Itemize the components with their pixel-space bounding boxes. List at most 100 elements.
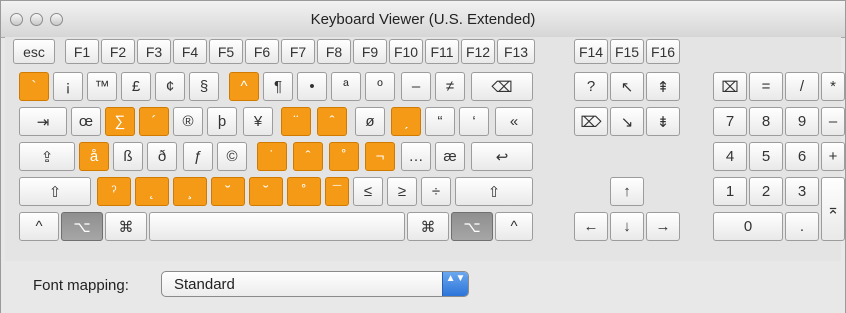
key-5[interactable]: § — [189, 72, 219, 101]
key-comma[interactable]: ≤ — [353, 177, 383, 206]
key-num-equals[interactable]: = — [749, 72, 783, 101]
key-r[interactable]: ® — [173, 107, 203, 136]
key-m[interactable]: ¯ — [325, 177, 349, 206]
key-slash[interactable]: ÷ — [421, 177, 451, 206]
key-f11[interactable]: F11 — [425, 39, 459, 64]
key-num-multiply[interactable]: * — [821, 72, 845, 101]
key-home[interactable]: ↖ — [610, 72, 644, 101]
key-num-divide[interactable]: / — [785, 72, 819, 101]
key-num-enter[interactable]: ⌅ — [821, 177, 845, 241]
key-arrow-down[interactable]: ↓ — [610, 212, 644, 241]
key-num-plus[interactable]: + — [821, 142, 845, 171]
key-backslash[interactable]: « — [495, 107, 533, 136]
key-f9[interactable]: F9 — [353, 39, 387, 64]
key-num-clear[interactable]: ⌧ — [713, 72, 747, 101]
key-9[interactable]: ª — [331, 72, 361, 101]
key-f15[interactable]: F15 — [610, 39, 644, 64]
key-o[interactable]: ø — [355, 107, 385, 136]
key-esc[interactable]: esc — [13, 39, 55, 64]
key-semicolon[interactable]: … — [401, 142, 431, 171]
key-g[interactable]: © — [217, 142, 247, 171]
key-t[interactable]: þ — [207, 107, 237, 136]
key-num-4[interactable]: 4 — [713, 142, 747, 171]
key-v[interactable]: ˘ — [211, 177, 245, 206]
key-q[interactable]: œ — [71, 107, 101, 136]
key-end[interactable]: ↘ — [610, 107, 644, 136]
key-page-down[interactable]: ⇟ — [646, 107, 680, 136]
key-equals[interactable]: ≠ — [435, 72, 465, 101]
key-num-2[interactable]: 2 — [749, 177, 783, 206]
key-arrow-right[interactable]: → — [646, 212, 680, 241]
key-num-1[interactable]: 1 — [713, 177, 747, 206]
key-minus[interactable]: – — [401, 72, 431, 101]
select-arrows-icon[interactable]: ▲▼ — [442, 272, 468, 296]
key-left-control[interactable]: ^ — [19, 212, 59, 241]
key-right-command[interactable]: ⌘ — [407, 212, 449, 241]
key-num-3[interactable]: 3 — [785, 177, 819, 206]
key-f10[interactable]: F10 — [389, 39, 423, 64]
key-s[interactable]: ß — [113, 142, 143, 171]
key-h[interactable]: ˙ — [257, 142, 287, 171]
key-w[interactable]: ∑ — [105, 107, 135, 136]
key-space[interactable] — [149, 212, 405, 241]
key-y[interactable]: ¥ — [243, 107, 273, 136]
key-n[interactable]: ˚ — [287, 177, 321, 206]
key-return[interactable]: ↩ — [471, 142, 533, 171]
key-k[interactable]: ˚ — [329, 142, 359, 171]
key-f13[interactable]: F13 — [497, 39, 535, 64]
key-num-9[interactable]: 9 — [785, 107, 819, 136]
key-l[interactable]: ¬ — [365, 142, 395, 171]
key-d[interactable]: ð — [147, 142, 177, 171]
key-f6[interactable]: F6 — [245, 39, 279, 64]
key-grave[interactable]: ` — [19, 72, 49, 101]
key-7[interactable]: ¶ — [263, 72, 293, 101]
key-c[interactable]: ¸ — [173, 177, 207, 206]
key-8[interactable]: • — [297, 72, 327, 101]
key-e[interactable]: ´ — [139, 107, 169, 136]
key-num-minus[interactable]: – — [821, 107, 845, 136]
key-j[interactable]: ˆ — [293, 142, 323, 171]
key-f3[interactable]: F3 — [137, 39, 171, 64]
key-help[interactable]: ? — [574, 72, 608, 101]
key-num-decimal[interactable]: . — [785, 212, 819, 241]
key-3[interactable]: £ — [121, 72, 151, 101]
key-left-shift[interactable]: ⇧ — [19, 177, 91, 206]
key-right-option[interactable]: ⌥ — [451, 212, 493, 241]
key-delete[interactable]: ⌫ — [471, 72, 533, 101]
key-num-8[interactable]: 8 — [749, 107, 783, 136]
key-f7[interactable]: F7 — [281, 39, 315, 64]
key-page-up[interactable]: ⇞ — [646, 72, 680, 101]
key-f8[interactable]: F8 — [317, 39, 351, 64]
key-arrow-up[interactable]: ↑ — [610, 177, 644, 206]
key-f4[interactable]: F4 — [173, 39, 207, 64]
key-f1[interactable]: F1 — [65, 39, 99, 64]
key-tab[interactable]: ⇥ — [19, 107, 67, 136]
key-2[interactable]: ™ — [87, 72, 117, 101]
key-left-option[interactable]: ⌥ — [61, 212, 103, 241]
key-num-5[interactable]: 5 — [749, 142, 783, 171]
key-quote[interactable]: æ — [435, 142, 465, 171]
key-0[interactable]: º — [365, 72, 395, 101]
key-4[interactable]: ¢ — [155, 72, 185, 101]
font-mapping-select[interactable]: Standard ▲▼ — [161, 271, 469, 297]
key-right-control[interactable]: ^ — [495, 212, 533, 241]
key-f2[interactable]: F2 — [101, 39, 135, 64]
key-period[interactable]: ≥ — [387, 177, 417, 206]
key-f14[interactable]: F14 — [574, 39, 608, 64]
key-num-7[interactable]: 7 — [713, 107, 747, 136]
key-f16[interactable]: F16 — [646, 39, 680, 64]
key-left-command[interactable]: ⌘ — [105, 212, 147, 241]
key-u[interactable]: ¨ — [281, 107, 311, 136]
key-b[interactable]: ˘ — [249, 177, 283, 206]
key-caps-lock[interactable]: ⇪ — [19, 142, 75, 171]
key-1[interactable]: ¡ — [53, 72, 83, 101]
key-num-6[interactable]: 6 — [785, 142, 819, 171]
key-a[interactable]: å — [79, 142, 109, 171]
key-num-0[interactable]: 0 — [713, 212, 783, 241]
key-6[interactable]: ^ — [229, 72, 259, 101]
key-f[interactable]: ƒ — [183, 142, 213, 171]
key-f12[interactable]: F12 — [461, 39, 495, 64]
key-x[interactable]: ˛ — [135, 177, 169, 206]
key-right-shift[interactable]: ⇧ — [455, 177, 533, 206]
key-p[interactable]: ˏ — [391, 107, 421, 136]
